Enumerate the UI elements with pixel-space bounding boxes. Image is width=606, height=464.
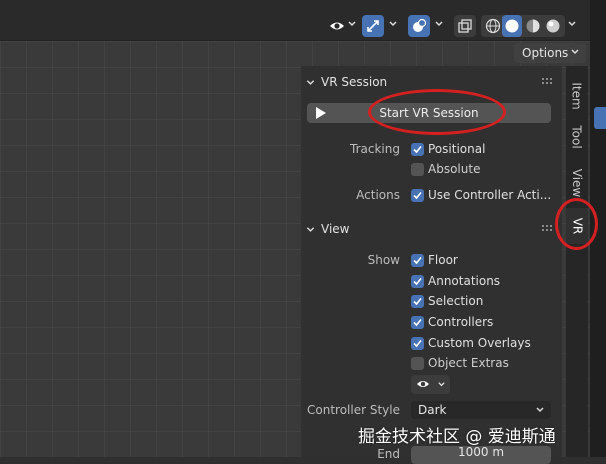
use-controller-actions-label: Use Controller Acti... [428,188,552,202]
rendered-shading-icon[interactable] [543,15,563,37]
watermark: 掘金技术社区 @ 爱迪斯通 [358,427,556,447]
controllers-checkbox[interactable] [411,316,424,329]
grip-icon[interactable] [542,225,552,231]
view-title: View [321,222,350,236]
checkmark-icon [413,339,422,348]
checkmark-icon [413,297,422,306]
chevron-down-icon[interactable] [347,19,357,29]
visibility-eye-icon [417,381,429,387]
annotations-checkbox[interactable] [411,275,424,288]
chevron-down-icon[interactable] [434,19,444,29]
end-label: End [377,447,400,461]
positional-label: Positional [428,142,486,156]
floor-checkbox[interactable] [411,254,424,267]
highlight-ring [368,89,506,135]
options-dropdown[interactable]: Options [514,43,586,63]
controller-style-dropdown[interactable]: Dark [411,401,551,419]
editor-indicator [594,107,606,129]
show-label: Show [367,253,400,267]
tracking-label: Tracking [350,142,400,156]
gizmo-icon[interactable] [362,15,384,37]
chevron-down-icon [438,382,445,387]
xray-icon[interactable] [454,15,476,37]
checkmark-icon [413,145,422,154]
visibility-dropdown[interactable] [411,375,450,394]
play-icon [316,107,326,119]
vr-session-title: VR Session [321,75,388,89]
solid-shading-icon[interactable] [502,15,522,37]
chevron-down-icon [306,226,315,232]
annotations-label: Annotations [428,274,501,288]
grip-icon[interactable] [542,78,552,84]
controllers-label: Controllers [428,315,494,329]
checkmark-icon [413,256,422,265]
controller-style-label: Controller Style [307,403,400,417]
overlay-icon[interactable] [408,15,430,37]
floor-label: Floor [428,253,458,267]
object-extras-checkbox[interactable] [411,357,424,370]
checkmark-icon [413,277,422,286]
selection-checkbox[interactable] [411,295,424,308]
view-header[interactable]: View [306,222,349,236]
end-distance-field[interactable]: 1000 m [411,445,551,464]
vr-session-header[interactable]: VR Session [306,75,387,89]
absolute-label: Absolute [428,162,481,176]
checkmark-icon [413,318,422,327]
selection-label: Selection [428,294,484,308]
object-extras-label: Object Extras [428,356,509,370]
use-controller-actions-checkbox[interactable] [411,189,424,202]
wireframe-shading-icon[interactable] [483,15,503,37]
custom-overlays-checkbox[interactable] [411,337,424,350]
tab-view-label: View [570,168,585,198]
chevron-down-icon[interactable] [388,19,398,29]
chevron-down-icon [571,49,579,55]
options-label: Options [522,46,569,60]
positional-checkbox[interactable] [411,143,424,156]
highlight-ring [555,198,598,250]
absolute-checkbox[interactable] [411,163,424,176]
controller-style-value: Dark [418,403,447,417]
tab-item[interactable]: Item [566,73,588,119]
custom-overlays-label: Custom Overlays [428,336,531,350]
chevron-down-icon [536,407,544,413]
visibility-eye-icon[interactable] [327,15,347,37]
tab-tool[interactable]: Tool [566,117,588,157]
tab-item-label: Item [570,82,585,110]
checkmark-icon [413,191,422,200]
material-shading-icon[interactable] [523,15,543,37]
actions-label: Actions [356,188,400,202]
chevron-down-icon [306,79,315,85]
tab-tool-label: Tool [570,125,584,149]
chevron-down-icon[interactable] [567,19,577,29]
